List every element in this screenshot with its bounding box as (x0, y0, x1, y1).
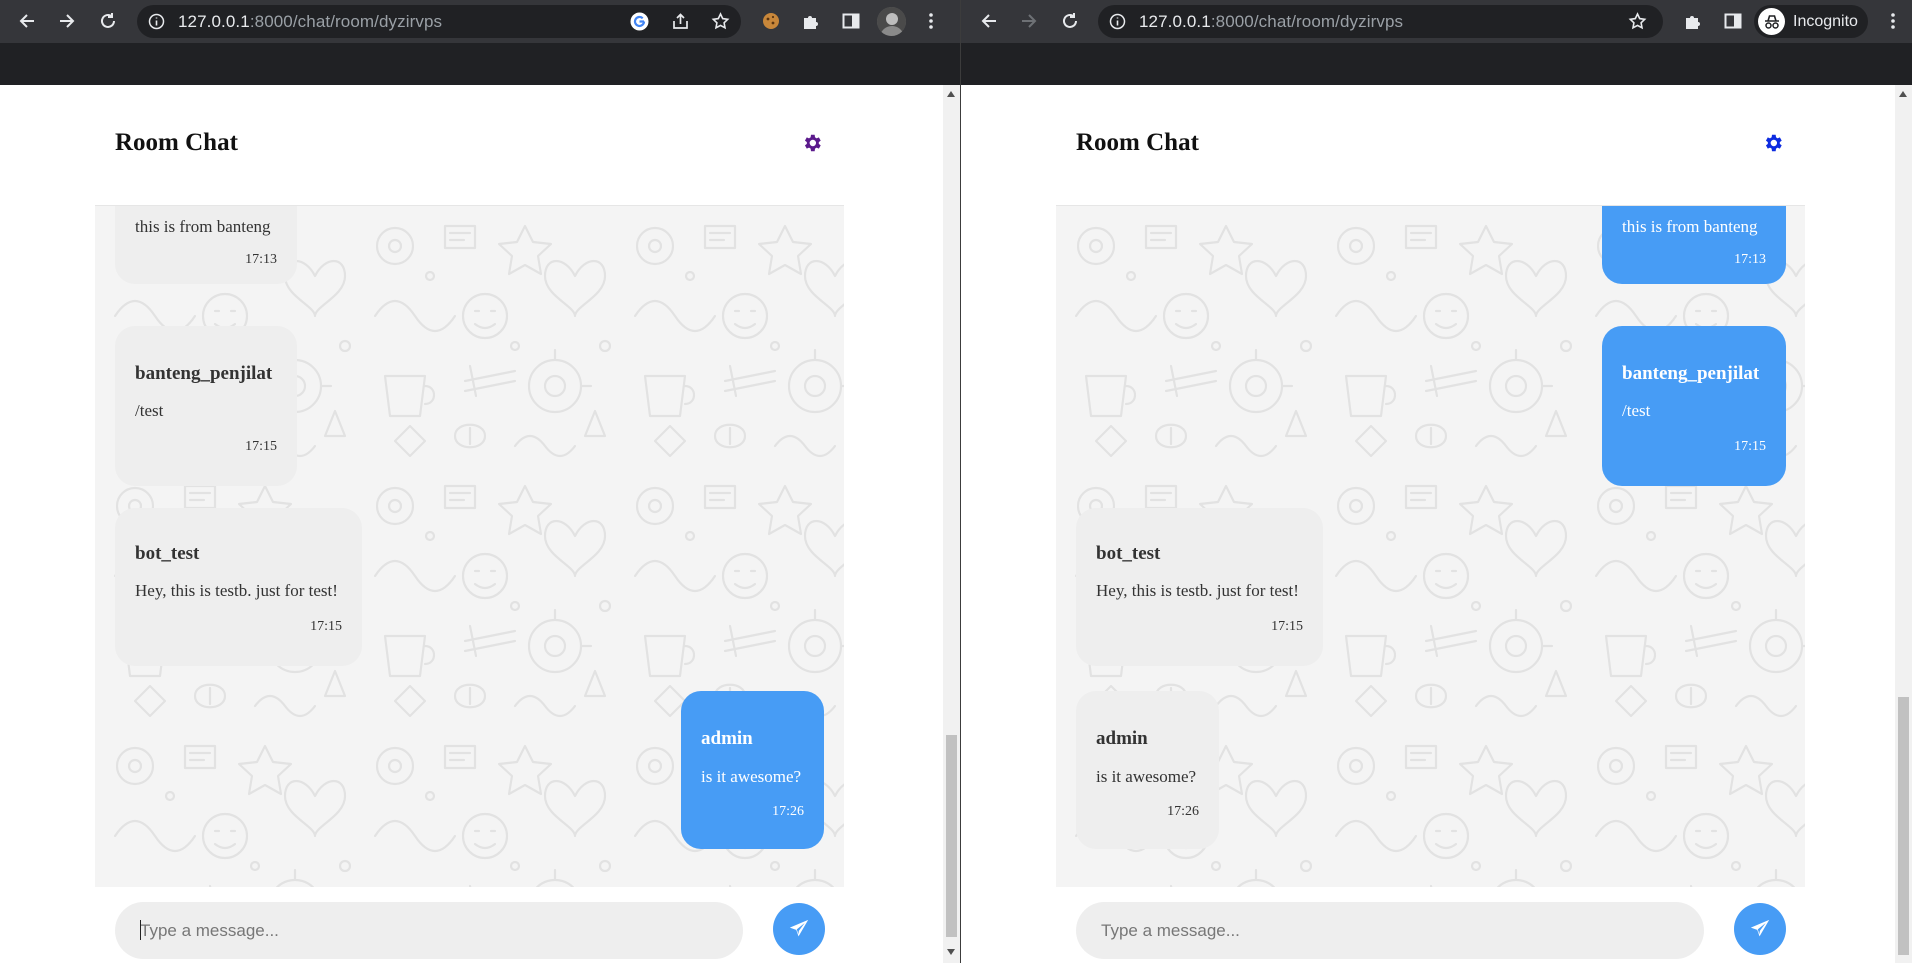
browser-frame-strip (961, 43, 1912, 85)
incognito-label: Incognito (1793, 12, 1858, 30)
page-title: Room Chat (1076, 129, 1199, 156)
url-path: :8000/chat/room/dyzirvps (1210, 12, 1404, 31)
gear-icon[interactable] (801, 132, 823, 154)
page-title: Room Chat (115, 129, 238, 156)
browser-frame-strip (0, 43, 960, 85)
url-host: 127.0.0.1 (1139, 12, 1211, 31)
send-button[interactable] (1734, 903, 1786, 955)
side-panel-icon[interactable] (1723, 11, 1743, 31)
message-sender: banteng_penjilat (1622, 363, 1760, 384)
send-button[interactable] (773, 903, 825, 955)
message-text: /test (135, 401, 164, 420)
message-bubble-own: admin is it awesome? 17:26 (681, 691, 824, 849)
incognito-icon (1758, 8, 1785, 35)
reload-button[interactable] (1057, 8, 1083, 34)
address-bar[interactable]: 127.0.0.1:8000/chat/room/dyzirvps (1098, 5, 1663, 38)
message-time: 17:26 (772, 804, 804, 819)
browser-window-left: 127.0.0.1:8000/chat/room/dyzirvps Room C… (0, 0, 960, 963)
scroll-up-arrow[interactable] (1899, 91, 1907, 97)
message-time: 17:26 (1167, 804, 1199, 819)
paper-plane-icon (789, 919, 809, 937)
message-sender: admin (701, 728, 753, 749)
message-composer (1056, 887, 1805, 963)
message-input[interactable] (1076, 902, 1704, 959)
browser-toolbar: 127.0.0.1:8000/chat/room/dyzirvps (0, 0, 960, 43)
message-list[interactable]: this is from banteng 17:13 banteng_penji… (1056, 205, 1805, 887)
paper-plane-icon (1750, 919, 1770, 937)
arrow-right-icon (1022, 14, 1037, 28)
chat-header: Room Chat (95, 85, 844, 205)
message-text: Hey, this is testb. just for test! (135, 581, 338, 600)
puzzle-icon[interactable] (1683, 11, 1703, 31)
message-text: this is from banteng (1622, 217, 1758, 236)
arrow-left-icon (981, 14, 996, 28)
message-text: is it awesome? (701, 767, 802, 786)
browser-window-right: 127.0.0.1:8000/chat/room/dyzirvps Incogn… (960, 0, 1912, 963)
message-sender: banteng_penjilat (135, 363, 273, 384)
url-text[interactable]: 127.0.0.1:8000/chat/room/dyzirvps (178, 13, 442, 31)
message-time: 17:15 (245, 439, 277, 454)
message-bubble: banteng_penjilat /test 17:15 (115, 326, 297, 486)
reload-icon (1063, 13, 1077, 28)
chat-page: Room Chat this is from banteng 17:13 ban… (961, 85, 1895, 963)
scroll-thumb[interactable] (1898, 697, 1909, 955)
message-text: is it awesome? (1096, 767, 1197, 786)
url-path: :8000/chat/room/dyzirvps (249, 12, 443, 31)
star-icon[interactable] (711, 12, 730, 31)
message-composer (95, 887, 844, 963)
message-text: Hey, this is testb. just for test! (1096, 581, 1299, 600)
message-time: 17:15 (310, 619, 342, 634)
side-panel-icon[interactable] (841, 11, 861, 31)
message-bubble: this is from banteng 17:13 (115, 206, 297, 284)
url-host: 127.0.0.1 (178, 12, 250, 31)
info-icon[interactable] (1109, 13, 1126, 30)
kebab-menu-icon[interactable] (1883, 11, 1903, 31)
google-icon[interactable] (630, 12, 649, 31)
message-sender: admin (1096, 728, 1148, 749)
message-time: 17:15 (1734, 439, 1766, 454)
message-list[interactable]: this is from banteng 17:13 banteng_penji… (95, 205, 844, 887)
avatar[interactable] (877, 7, 906, 36)
address-bar[interactable]: 127.0.0.1:8000/chat/room/dyzirvps (137, 5, 741, 38)
gear-icon[interactable] (1762, 132, 1784, 154)
message-sender: bot_test (1096, 543, 1161, 564)
share-icon[interactable] (671, 12, 690, 31)
message-bubble: bot_test Hey, this is testb. just for te… (115, 508, 362, 666)
scroll-thumb[interactable] (946, 735, 957, 937)
url-text[interactable]: 127.0.0.1:8000/chat/room/dyzirvps (1139, 13, 1403, 31)
page-scrollbar[interactable] (943, 85, 960, 963)
cookie-icon[interactable] (761, 11, 781, 31)
chat-header: Room Chat (1056, 85, 1805, 205)
scroll-down-arrow[interactable] (947, 949, 955, 955)
message-input[interactable] (115, 902, 743, 959)
star-icon[interactable] (1628, 12, 1647, 31)
page-scrollbar[interactable] (1895, 85, 1912, 963)
message-bubble-own: this is from banteng 17:13 (1602, 206, 1786, 284)
message-bubble-own: banteng_penjilat /test 17:15 (1602, 326, 1786, 486)
browser-toolbar: 127.0.0.1:8000/chat/room/dyzirvps Incogn… (961, 0, 1912, 43)
kebab-menu-icon[interactable] (921, 11, 941, 31)
back-button[interactable] (976, 8, 1002, 34)
message-time: 17:13 (1734, 252, 1766, 267)
arrow-right-icon (60, 14, 75, 28)
scroll-up-arrow[interactable] (947, 91, 955, 97)
text-caret (140, 920, 141, 940)
incognito-badge[interactable]: Incognito (1754, 5, 1868, 38)
chat-page: Room Chat this is from banteng 17:13 ban… (0, 85, 943, 963)
message-text: this is from banteng (135, 217, 271, 236)
forward-button[interactable] (1016, 8, 1042, 34)
message-time: 17:15 (1271, 619, 1303, 634)
reload-button[interactable] (95, 8, 121, 34)
reload-icon (101, 13, 115, 28)
message-bubble: admin is it awesome? 17:26 (1076, 691, 1219, 849)
message-time: 17:13 (245, 252, 277, 267)
info-icon[interactable] (148, 13, 165, 30)
message-text: /test (1622, 401, 1651, 420)
back-button[interactable] (14, 8, 40, 34)
message-sender: bot_test (135, 543, 200, 564)
arrow-left-icon (19, 14, 34, 28)
puzzle-icon[interactable] (801, 11, 821, 31)
message-bubble: bot_test Hey, this is testb. just for te… (1076, 508, 1323, 666)
forward-button[interactable] (54, 8, 80, 34)
